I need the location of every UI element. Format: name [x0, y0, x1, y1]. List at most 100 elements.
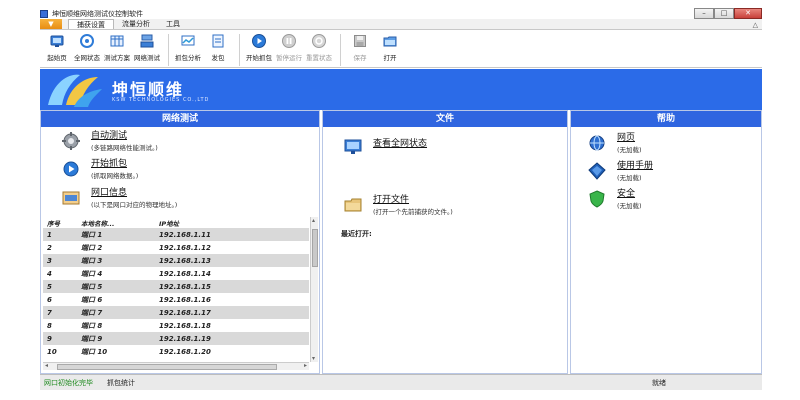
horizontal-scrollbar[interactable]: ◂ ▸: [43, 362, 309, 370]
table-row[interactable]: 10 端口 10 192.168.1.20: [43, 345, 309, 358]
save-button[interactable]: 保存: [347, 33, 373, 67]
play-icon: [61, 159, 81, 179]
help-panel: 帮助 网页 (无加载) 使用手册 (无加载) 安全 (无加载): [570, 110, 762, 374]
shield-icon: [587, 189, 607, 209]
play-icon: [251, 33, 267, 49]
capture-stats-status: 抓包统计: [107, 378, 135, 387]
ready-status: 就绪: [652, 378, 666, 387]
user-manual-entry[interactable]: 使用手册 (无加载): [587, 161, 653, 182]
table-header: 序号 本地名称... IP地址: [43, 217, 309, 228]
network-test-icon: [139, 33, 155, 49]
network-test-button[interactable]: 网络测试: [134, 33, 160, 67]
vertical-scroll-thumb[interactable]: [312, 229, 318, 267]
test-plan-icon: [109, 33, 125, 49]
start-capture-link[interactable]: 开始抓包: [91, 159, 138, 170]
open-file-desc: (打开一个先前捕获的文件。): [373, 208, 453, 216]
open-button[interactable]: 打开: [377, 33, 403, 67]
save-icon: [352, 33, 368, 49]
horizontal-scroll-thumb[interactable]: [57, 364, 277, 370]
ribbon-separator: [168, 34, 169, 66]
table-row[interactable]: 5 端口 5 192.168.1.15: [43, 280, 309, 293]
brand-subtitle: KSW TECHNOLOGIES CO.,LTD: [112, 97, 210, 103]
brand-logo-icon: [48, 74, 102, 107]
webpage-link[interactable]: 网页: [617, 133, 642, 144]
app-menu-button[interactable]: ▼: [40, 19, 62, 29]
security-entry[interactable]: 安全 (无加载): [587, 189, 642, 210]
ribbon-toolbar: 起始页 全网状态 测试方案 网络测试 抓包分析 发包 开始抓包 暂停运行 重置状…: [40, 30, 762, 68]
file-panel: 文件 查看全网状态 打开文件 (打开一个先前捕获的文件。) 最近打开:: [322, 110, 568, 374]
table-row[interactable]: 3 端口 3 192.168.1.13: [43, 254, 309, 267]
scroll-down-icon[interactable]: ▾: [312, 355, 315, 362]
menu-bar: ▼ 捕获设置 流量分析 工具 △: [40, 19, 762, 30]
scroll-right-icon[interactable]: ▸: [304, 362, 307, 369]
port-info-link[interactable]: 网口信息: [91, 188, 177, 199]
view-network-status-link[interactable]: 查看全网状态: [373, 139, 427, 150]
status-bar: 网口初始化完毕 抓包统计 就绪: [40, 374, 762, 390]
user-manual-status: (无加载): [617, 174, 642, 182]
tab-traffic-analysis[interactable]: 流量分析: [114, 19, 158, 29]
auto-test-link[interactable]: 自动测试: [91, 131, 158, 142]
port-info-icon: [61, 188, 81, 208]
test-plan-button[interactable]: 测试方案: [104, 33, 130, 67]
webpage-entry[interactable]: 网页 (无加载): [587, 133, 642, 154]
column-header-index[interactable]: 序号: [43, 218, 81, 228]
auto-test-desc: (多链路网络性能测试。): [91, 144, 158, 152]
reset-icon: [311, 33, 327, 49]
table-row[interactable]: 8 端口 8 192.168.1.18: [43, 319, 309, 332]
tab-capture-settings[interactable]: 捕获设置: [68, 19, 114, 29]
reset-status-button[interactable]: 重置状态: [306, 33, 332, 67]
webpage-status: (无加载): [617, 146, 642, 154]
security-link[interactable]: 安全: [617, 189, 642, 200]
pause-icon: [281, 33, 297, 49]
gear-icon: [61, 131, 81, 151]
open-file-entry[interactable]: 打开文件 (打开一个先前捕获的文件。): [343, 195, 453, 216]
network-status-icon: [79, 33, 95, 49]
globe-icon: [587, 133, 607, 153]
capture-analysis-icon: [180, 33, 196, 49]
table-row[interactable]: 1 端口 1 192.168.1.11: [43, 228, 309, 241]
view-network-status-entry[interactable]: 查看全网状态: [343, 137, 427, 157]
port-info-desc: (以下是网口对应的物理地址。): [91, 201, 178, 209]
scroll-left-icon[interactable]: ◂: [45, 362, 48, 369]
send-packet-button[interactable]: 发包: [205, 33, 231, 67]
scroll-up-icon[interactable]: ▴: [312, 217, 315, 224]
maximize-button[interactable]: □: [714, 8, 734, 19]
table-row[interactable]: 2 端口 2 192.168.1.12: [43, 241, 309, 254]
network-test-header: 网络测试: [41, 111, 319, 127]
tab-tools[interactable]: 工具: [158, 19, 188, 29]
ribbon-collapse-icon[interactable]: △: [753, 21, 758, 29]
close-button[interactable]: ✕: [734, 8, 762, 19]
column-header-name[interactable]: 本地名称...: [81, 218, 159, 228]
port-table: 序号 本地名称... IP地址 1 端口 1 192.168.1.11 2 端口 21…: [43, 217, 309, 359]
table-row[interactable]: 6 端口 6 192.168.1.16: [43, 293, 309, 306]
user-manual-link[interactable]: 使用手册: [617, 161, 653, 172]
security-status: (无加载): [617, 202, 642, 210]
folder-icon: [343, 195, 363, 215]
start-capture-desc: (抓取网络数据。): [91, 172, 139, 180]
table-row[interactable]: 7 端口 7 192.168.1.17: [43, 306, 309, 319]
ribbon-separator: [239, 34, 240, 66]
auto-test-entry[interactable]: 自动测试 (多链路网络性能测试。): [61, 131, 158, 152]
start-capture-entry[interactable]: 开始抓包 (抓取网络数据。): [61, 159, 138, 180]
open-file-link[interactable]: 打开文件: [373, 195, 453, 206]
vertical-scrollbar[interactable]: ▴ ▾: [310, 217, 318, 362]
network-status-button[interactable]: 全网状态: [74, 33, 100, 67]
pause-button[interactable]: 暂停运行: [276, 33, 302, 67]
recent-files-label: 最近打开:: [341, 230, 372, 238]
chevron-down-icon: ▼: [48, 20, 54, 28]
book-icon: [587, 161, 607, 181]
capture-analysis-button[interactable]: 抓包分析: [175, 33, 201, 67]
home-icon: [49, 33, 65, 49]
port-init-status: 网口初始化完毕: [44, 378, 93, 387]
file-header: 文件: [323, 111, 567, 127]
start-page-button[interactable]: 起始页: [44, 33, 70, 67]
title-bar: 坤恒顺维网络测试仪控制软件 – □ ✕: [40, 8, 762, 19]
table-row[interactable]: 4 端口 4 192.168.1.14: [43, 267, 309, 280]
open-folder-icon: [382, 33, 398, 49]
port-info-entry[interactable]: 网口信息 (以下是网口对应的物理地址。): [61, 188, 177, 209]
start-capture-button[interactable]: 开始抓包: [246, 33, 272, 67]
column-header-ip[interactable]: IP地址: [159, 218, 299, 228]
monitor-icon: [343, 137, 363, 157]
minimize-button[interactable]: –: [694, 8, 714, 19]
table-row[interactable]: 9 端口 9 192.168.1.19: [43, 332, 309, 345]
